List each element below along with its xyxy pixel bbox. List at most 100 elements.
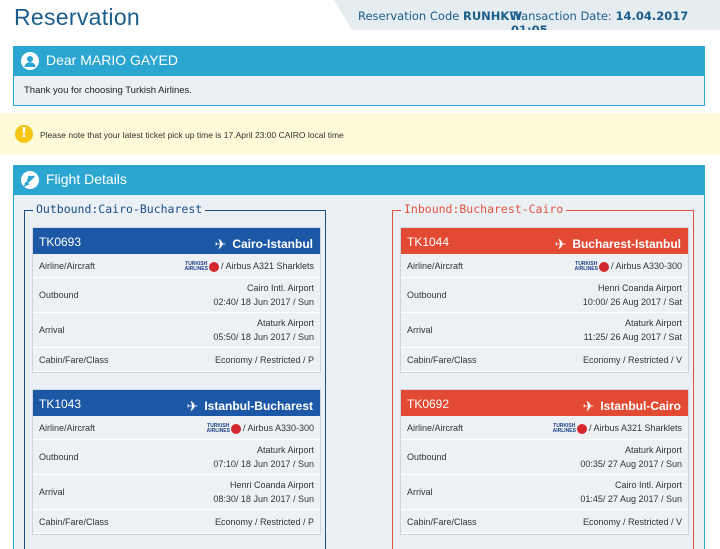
departure-airport: Cairo Intl. Airport — [246, 283, 314, 293]
airline-row: Airline/Aircraft TURKISH AIRLINES / Airbus… — [33, 254, 320, 278]
airline-value: TURKISH AIRLINES / Airbus A321 Sharklets — [553, 421, 682, 436]
cabin-label: Cabin/Fare/Class — [39, 354, 109, 365]
cabin-value: Economy / Restricted / V — [582, 517, 682, 527]
cabin-label: Cabin/Fare/Class — [39, 516, 109, 527]
cabin-value: Economy / Restricted / V — [582, 355, 682, 365]
logo-ball — [598, 262, 609, 273]
airline-row: Airline/Aircraft TURKISH AIRLINES / Airbus… — [33, 416, 320, 440]
page-title: Reservation — [14, 4, 141, 30]
arrival-airport: Cairo Intl. Airport — [614, 480, 682, 490]
reservation-code: Reservation Code RUNHKW — [358, 9, 522, 23]
departure-value: Henri Coanda Airport 10:00/ 26 Aug 2017 /… — [583, 281, 682, 309]
warning-icon: ! — [15, 125, 33, 143]
cabin-label: Cabin/Fare/Class — [407, 354, 477, 365]
cabin-value: Economy / Restricted / P — [214, 355, 314, 365]
aircraft-value: / Airbus A330-300 — [242, 423, 314, 433]
turkish-airlines-logo: TURKISH AIRLINES — [185, 260, 219, 274]
arrival-value: Ataturk Airport 11:25/ 26 Aug 2017 / Sat — [584, 316, 682, 344]
arrival-row: Arrival Ataturk Airport 05:50/ 18 Jun 201… — [33, 313, 320, 348]
flight-route: ✈ Cairo-Istanbul — [215, 235, 313, 252]
notice-text: Please note that your latest ticket pick… — [40, 130, 344, 140]
departure-airport: Ataturk Airport — [256, 445, 314, 455]
flight-card-header: TK1044 ✈ Bucharest-Istanbul — [401, 228, 688, 254]
flight-card: TK0693 ✈ Cairo-Istanbul Airline/Aircraft … — [32, 227, 321, 373]
departure-row: Outbound Cairo Intl. Airport 02:40/ 18 Ju… — [33, 278, 320, 313]
transaction-date: Transaction Date: 14.04.2017 01:05 — [511, 9, 720, 30]
turkish-airlines-logo: TURKISH AIRLINES — [553, 422, 587, 436]
flight-card-header: TK0693 ✈ Cairo-Istanbul — [33, 228, 320, 254]
cabin-label: Cabin/Fare/Class — [407, 516, 477, 527]
departure-value: Ataturk Airport 00:35/ 27 Aug 2017 / Sun — [580, 443, 682, 471]
greeting-panel: Dear MARIO GAYED Thank you for choosing … — [13, 46, 705, 106]
turkish-airlines-logo: TURKISH AIRLINES — [207, 422, 241, 436]
flight-number: TK1044 — [407, 235, 450, 249]
turkish-airlines-logo: TURKISH AIRLINES — [575, 260, 609, 274]
outbound-label: Outbound — [39, 452, 79, 462]
outbound-label: Outbound — [39, 290, 79, 300]
cabin-row: Cabin/Fare/Class Economy / Restricted / … — [401, 510, 688, 534]
user-icon — [21, 52, 39, 70]
logo-words: TURKISH AIRLINES — [206, 423, 230, 435]
departure-time: 00:35/ 27 Aug 2017 / Sun — [580, 459, 682, 469]
arrival-value: Cairo Intl. Airport 01:45/ 27 Aug 2017 / … — [580, 478, 682, 506]
logo-ball — [230, 424, 241, 435]
transaction-date-label: Transaction Date: — [511, 9, 612, 23]
flight-details-header: Flight Details — [14, 166, 704, 195]
plane-icon — [21, 171, 39, 189]
cabin-row: Cabin/Fare/Class Economy / Restricted / … — [401, 348, 688, 372]
airline-row: Airline/Aircraft TURKISH AIRLINES / Airbus… — [401, 254, 688, 278]
arrival-label: Arrival — [39, 487, 65, 497]
airline-value: TURKISH AIRLINES / Airbus A330-300 — [575, 259, 682, 274]
aircraft-value: / Airbus A330-300 — [610, 261, 682, 271]
outbound-legend: Outbound:Cairo-Bucharest — [33, 202, 206, 216]
flight-route: ✈ Bucharest-Istanbul — [555, 235, 681, 252]
arrival-label: Arrival — [407, 487, 433, 497]
airline-value: TURKISH AIRLINES / Airbus A321 Sharklets — [185, 259, 314, 274]
greeting-panel-header: Dear MARIO GAYED — [14, 47, 704, 76]
arrival-row: Arrival Henri Coanda Airport 08:30/ 18 Ju… — [33, 475, 320, 510]
airline-label: Airline/Aircraft — [407, 422, 464, 433]
aircraft-value: / Airbus A321 Sharklets — [220, 261, 314, 271]
arrival-airport: Ataturk Airport — [256, 318, 314, 328]
route-text: Bucharest-Istanbul — [572, 237, 681, 251]
logo-words: TURKISH AIRLINES — [574, 261, 598, 273]
airline-label: Airline/Aircraft — [39, 422, 96, 433]
page-header: Reservation Reservation Code RUNHKW Tran… — [0, 0, 720, 40]
flight-number: TK0693 — [39, 235, 82, 249]
outbound-label: Outbound — [407, 290, 447, 300]
cabin-row: Cabin/Fare/Class Economy / Restricted / … — [33, 510, 320, 534]
reservation-meta-bar: Reservation Code RUNHKW Transaction Date… — [334, 0, 720, 30]
flight-card: TK1044 ✈ Bucharest-Istanbul Airline/Aircr… — [400, 227, 689, 373]
departure-row: Outbound Ataturk Airport 07:10/ 18 Jun 20… — [33, 440, 320, 475]
arrival-value: Ataturk Airport 05:50/ 18 Jun 2017 / Sun — [213, 316, 314, 344]
cabin-row: Cabin/Fare/Class Economy / Restricted / … — [33, 348, 320, 372]
arrival-time: 01:45/ 27 Aug 2017 / Sun — [580, 494, 682, 504]
plane-icon: ✈ — [582, 398, 595, 414]
arrival-time: 08:30/ 18 Jun 2017 / Sun — [213, 494, 314, 504]
arrival-airport: Ataturk Airport — [624, 318, 682, 328]
outbound-label: Outbound — [407, 452, 447, 462]
outbound-group: Outbound:Cairo-Bucharest TK0693 ✈ Cairo-I… — [24, 202, 326, 549]
arrival-label: Arrival — [39, 325, 65, 335]
reservation-code-label: Reservation Code — [358, 9, 460, 23]
arrival-label: Arrival — [407, 325, 433, 335]
arrival-row: Arrival Cairo Intl. Airport 01:45/ 27 Aug… — [401, 475, 688, 510]
ticket-notice: ! Please note that your latest ticket pi… — [0, 113, 720, 155]
flight-details-panel: Flight Details Outbound:Cairo-Bucharest … — [13, 165, 705, 549]
airline-value: TURKISH AIRLINES / Airbus A330-300 — [207, 421, 314, 436]
flight-route: ✈ Istanbul-Cairo — [583, 397, 681, 414]
arrival-airport: Henri Coanda Airport — [229, 480, 314, 490]
flight-number: TK0692 — [407, 397, 450, 411]
inbound-legend: Inbound:Bucharest-Cairo — [401, 202, 567, 216]
cabin-value: Economy / Restricted / P — [214, 517, 314, 527]
route-text: Cairo-Istanbul — [232, 237, 313, 251]
aircraft-value: / Airbus A321 Sharklets — [588, 423, 682, 433]
route-text: Istanbul-Cairo — [600, 399, 681, 413]
plane-icon: ✈ — [554, 236, 567, 252]
flight-card: TK0692 ✈ Istanbul-Cairo Airline/Aircraft … — [400, 389, 689, 535]
flight-number: TK1043 — [39, 397, 82, 411]
plane-icon: ✈ — [214, 236, 227, 252]
airline-label: Airline/Aircraft — [39, 260, 96, 271]
departure-value: Cairo Intl. Airport 02:40/ 18 Jun 2017 / … — [213, 281, 314, 309]
inbound-group: Inbound:Bucharest-Cairo TK1044 ✈ Buchares… — [392, 202, 694, 549]
